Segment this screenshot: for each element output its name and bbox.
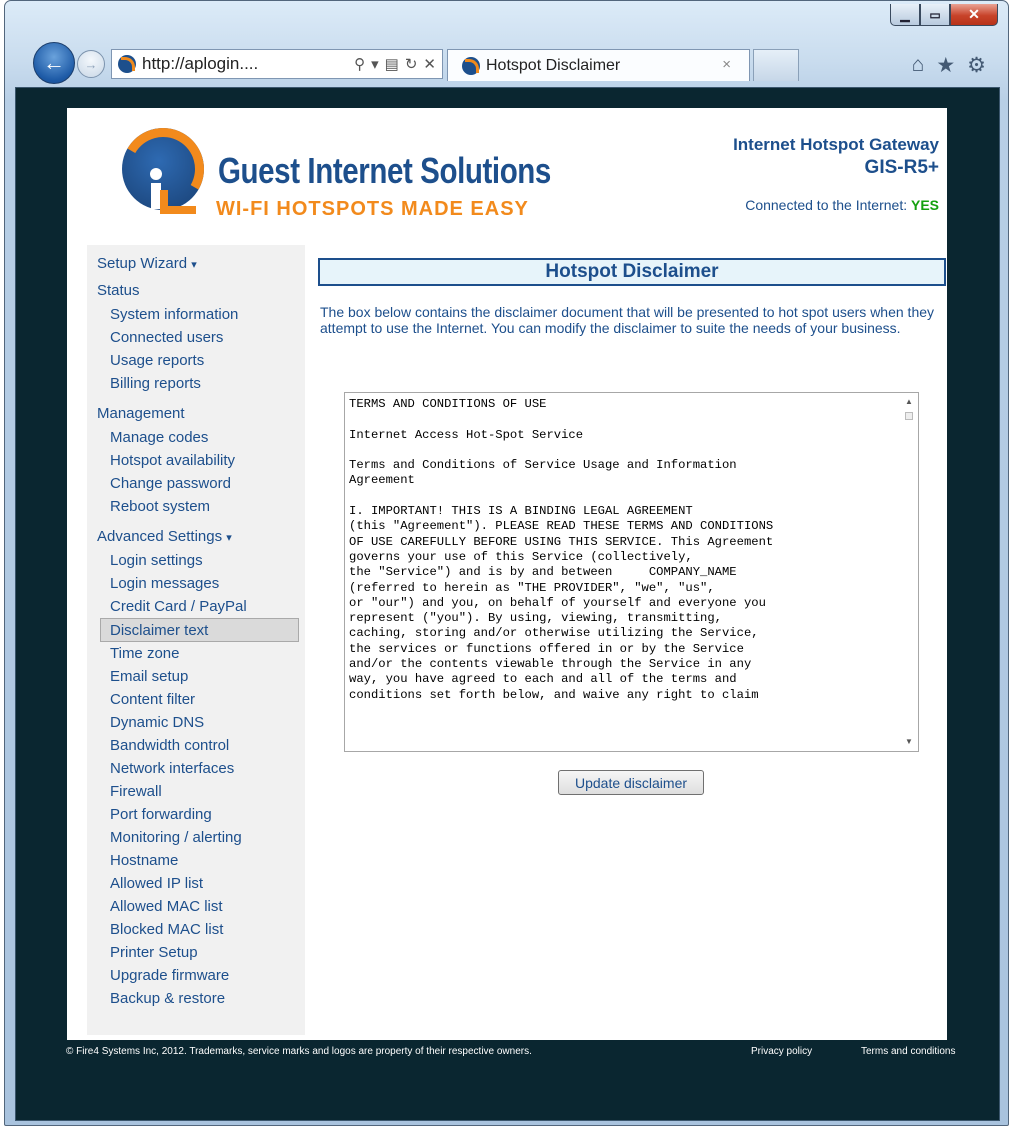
sidebar-item-printer-setup[interactable]: Printer Setup [87, 941, 305, 964]
sidebar-item-credit-card-paypal[interactable]: Credit Card / PayPal [87, 595, 305, 618]
sidebar-item-usage-reports[interactable]: Usage reports [87, 349, 305, 372]
sidebar-item-connected-users[interactable]: Connected users [87, 326, 305, 349]
sidebar-item-port-forwarding[interactable]: Port forwarding [87, 803, 305, 826]
connection-label: Connected to the Internet: [745, 197, 908, 213]
sidebar-item-manage-codes[interactable]: Manage codes [87, 426, 305, 449]
sidebar-item-disclaimer-text[interactable]: Disclaimer text [100, 618, 299, 642]
page-container: Guest Internet Solutions WI-FI HOTSPOTS … [67, 108, 947, 1040]
new-tab-button[interactable] [753, 49, 799, 81]
sidebar-item-billing-reports[interactable]: Billing reports [87, 372, 305, 395]
sidebar-item-allowed-ip-list[interactable]: Allowed IP list [87, 872, 305, 895]
sidebar-item-hotspot-availability[interactable]: Hotspot availability [87, 449, 305, 472]
disclaimer-textarea[interactable]: TERMS AND CONDITIONS OF USE Internet Acc… [345, 393, 900, 751]
sidebar-heading-advanced-settings[interactable]: Advanced Settings ▾ [87, 528, 305, 545]
intro-text: The box below contains the disclaimer do… [320, 304, 935, 336]
sidebar-item-backup-restore[interactable]: Backup & restore [87, 987, 305, 1010]
page-viewport: Guest Internet Solutions WI-FI HOTSPOTS … [15, 87, 1000, 1121]
dropdown-icon[interactable]: ▾ [371, 55, 379, 73]
footer: © Fire4 Systems Inc, 2012. Trademarks, s… [16, 1046, 1001, 1064]
compatibility-view-icon[interactable]: ▤ [385, 55, 399, 73]
sidebar-item-allowed-mac-list[interactable]: Allowed MAC list [87, 895, 305, 918]
vertical-scrollbar[interactable]: ▲ ▼ [900, 393, 918, 751]
back-button[interactable]: ← [33, 42, 75, 84]
scroll-down-arrow-icon[interactable]: ▼ [900, 735, 918, 749]
home-icon[interactable]: ⌂ [912, 53, 925, 78]
connection-status: Connected to the Internet: YES [745, 197, 939, 213]
sidebar-item-upgrade-firmware[interactable]: Upgrade firmware [87, 964, 305, 987]
update-disclaimer-button[interactable]: Update disclaimer [558, 770, 704, 795]
expand-chevron-icon: ▾ [191, 259, 197, 271]
sidebar-nav: Setup Wizard ▾ Status System information… [87, 245, 305, 1035]
tools-gear-icon[interactable]: ⚙ [967, 53, 986, 78]
privacy-policy-link[interactable]: Privacy policy [751, 1046, 812, 1057]
brand-tagline: WI-FI HOTSPOTS MADE EASY [216, 198, 529, 220]
sidebar-item-change-password[interactable]: Change password [87, 472, 305, 495]
browser-window: ▁ ▭ ✕ ← → http://aplogin.... ⚲ ▾ ▤ ↻ ✕ H… [4, 0, 1009, 1126]
sidebar-item-login-settings[interactable]: Login settings [87, 549, 305, 572]
maximize-button[interactable]: ▭ [920, 4, 950, 26]
site-favicon-icon [118, 55, 136, 73]
stop-icon[interactable]: ✕ [423, 55, 436, 73]
sidebar-item-hostname[interactable]: Hostname [87, 849, 305, 872]
close-window-button[interactable]: ✕ [950, 4, 998, 26]
sidebar-item-monitoring-alerting[interactable]: Monitoring / alerting [87, 826, 305, 849]
sidebar-heading-management[interactable]: Management [87, 405, 305, 422]
scrollbar-thumb[interactable] [905, 412, 913, 420]
sidebar-item-time-zone[interactable]: Time zone [87, 642, 305, 665]
brand-logo: Guest Internet Solutions WI-FI HOTSPOTS … [112, 118, 552, 228]
sidebar-item-bandwidth-control[interactable]: Bandwidth control [87, 734, 305, 757]
tab-close-icon[interactable]: × [722, 56, 731, 73]
sidebar-item-login-messages[interactable]: Login messages [87, 572, 305, 595]
sidebar-item-firewall[interactable]: Firewall [87, 780, 305, 803]
sidebar-item-system-information[interactable]: System information [87, 303, 305, 326]
sidebar-item-content-filter[interactable]: Content filter [87, 688, 305, 711]
tab-hotspot-disclaimer[interactable]: Hotspot Disclaimer × [447, 49, 750, 81]
connection-value: YES [910, 197, 939, 213]
window-caption-buttons: ▁ ▭ ✕ [890, 4, 998, 26]
copyright-text: © Fire4 Systems Inc, 2012. Trademarks, s… [66, 1046, 532, 1057]
favorites-star-icon[interactable]: ★ [936, 53, 955, 78]
terms-link[interactable]: Terms and conditions [861, 1046, 956, 1057]
sidebar-heading-status[interactable]: Status [87, 282, 305, 299]
scroll-up-arrow-icon[interactable]: ▲ [900, 395, 918, 409]
address-url[interactable]: http://aplogin.... [142, 54, 354, 74]
sidebar-item-reboot-system[interactable]: Reboot system [87, 495, 305, 518]
forward-arrow-icon: → [84, 56, 98, 72]
product-model: GIS-R5+ [864, 157, 939, 178]
product-title: Internet Hotspot Gateway [733, 135, 939, 154]
brand-name: Guest Internet Solutions [218, 150, 551, 191]
sidebar-item-dynamic-dns[interactable]: Dynamic DNS [87, 711, 305, 734]
sidebar-item-email-setup[interactable]: Email setup [87, 665, 305, 688]
sidebar-item-blocked-mac-list[interactable]: Blocked MAC list [87, 918, 305, 941]
tab-favicon-icon [462, 56, 480, 75]
disclaimer-editor: TERMS AND CONDITIONS OF USE Internet Acc… [344, 392, 919, 752]
search-icon[interactable]: ⚲ [354, 55, 365, 73]
sidebar-heading-setup-wizard[interactable]: Setup Wizard ▾ [87, 255, 305, 272]
back-arrow-icon: ← [43, 50, 65, 75]
sidebar-item-network-interfaces[interactable]: Network interfaces [87, 757, 305, 780]
forward-button[interactable]: → [77, 50, 105, 78]
tab-title: Hotspot Disclaimer [486, 56, 621, 74]
address-bar[interactable]: http://aplogin.... ⚲ ▾ ▤ ↻ ✕ [111, 49, 443, 79]
expand-chevron-icon: ▾ [226, 532, 232, 544]
minimize-button[interactable]: ▁ [890, 4, 920, 26]
refresh-icon[interactable]: ↻ [405, 55, 418, 73]
page-title: Hotspot Disclaimer [318, 258, 946, 286]
